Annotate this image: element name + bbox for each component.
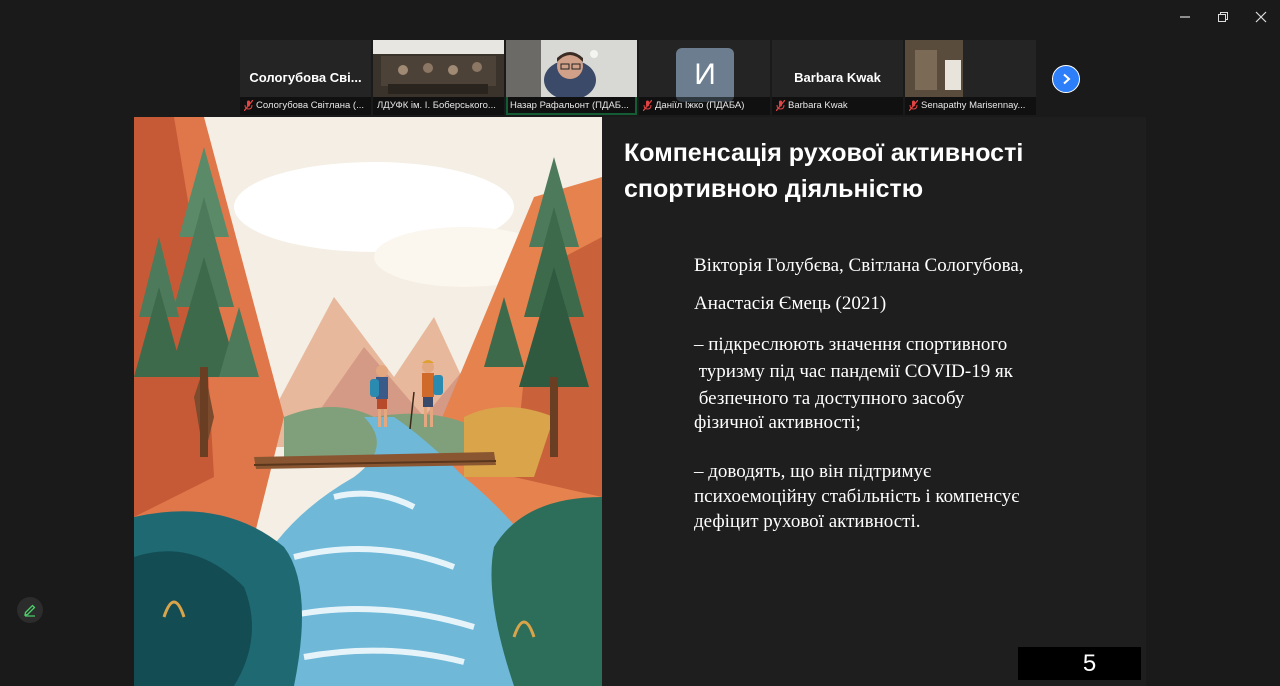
- participant-label: Senapathy Marisennay...: [905, 97, 1036, 115]
- close-icon: [1255, 11, 1267, 23]
- slide-line: безпечного та доступного засобу: [694, 388, 965, 409]
- participant-name: Сологубова Світлана (...: [256, 100, 365, 111]
- slide-page-number: 5: [1018, 647, 1141, 680]
- next-participants-button[interactable]: [1052, 65, 1080, 93]
- participant-tile-active[interactable]: Назар Рафальонт (ПДАБ...: [506, 40, 637, 115]
- participant-tile[interactable]: И Даніїл Іжко (ПДАБА): [639, 40, 770, 115]
- slide-line: туризму під час пандемії COVID-19 як: [694, 361, 1013, 382]
- restore-button[interactable]: [1204, 0, 1242, 34]
- participant-video: [905, 40, 1036, 97]
- participant-label: Barbara Kwak: [772, 97, 903, 115]
- participant-tile[interactable]: ЛДУФК ім. І. Боберського...: [373, 40, 504, 115]
- restore-icon: [1218, 12, 1228, 22]
- hikers-illustration: [134, 117, 602, 686]
- participant-video: [506, 40, 637, 97]
- pencil-icon: [24, 604, 36, 617]
- slide-line: – доводять, що він підтримує: [694, 461, 932, 482]
- participant-tile[interactable]: Senapathy Marisennay...: [905, 40, 1036, 115]
- avatar: И: [676, 48, 734, 102]
- chevron-right-icon: [1063, 73, 1071, 85]
- minimize-icon: [1180, 16, 1190, 18]
- participant-tile[interactable]: Barbara Kwak Barbara Kwak: [772, 40, 903, 115]
- participant-name: Barbara Kwak: [788, 100, 848, 111]
- close-button[interactable]: [1242, 0, 1280, 34]
- participant-label: Сологубова Світлана (...: [240, 97, 371, 115]
- participant-display-name: Сологубова Сві...: [249, 70, 362, 85]
- slide-title-line-2: спортивною діяльністю: [624, 175, 924, 203]
- annotate-button[interactable]: [17, 597, 43, 623]
- participant-label: ЛДУФК ім. І. Боберського...: [373, 97, 504, 115]
- participant-name: ЛДУФК ім. І. Боберського...: [377, 100, 496, 111]
- participant-name: Назар Рафальонт (ПДАБ...: [510, 100, 629, 111]
- window-controls: [1166, 0, 1280, 34]
- mic-muted-icon: [776, 99, 785, 111]
- mic-muted-icon: [909, 99, 918, 111]
- slide-line: – підкреслюють значення спортивного: [694, 334, 1008, 355]
- slide-line: дефіцит рухової активності.: [694, 511, 921, 532]
- participant-label: Даніїл Іжко (ПДАБА): [639, 97, 770, 115]
- slide-title: Компенсація рухової активності спортивно…: [624, 135, 1124, 207]
- mic-muted-icon: [244, 99, 253, 111]
- participant-strip: Сологубова Сві... Сологубова Світлана (.…: [240, 40, 1040, 115]
- participant-display-name: Barbara Kwak: [794, 70, 881, 85]
- minimize-button[interactable]: [1166, 0, 1204, 34]
- slide-line: Вікторія Голубєва, Світлана Сологубова,: [694, 255, 1024, 276]
- participant-label: Назар Рафальонт (ПДАБ...: [506, 97, 637, 115]
- mic-muted-icon: [643, 99, 652, 111]
- participant-tile[interactable]: Сологубова Сві... Сологубова Світлана (.…: [240, 40, 371, 115]
- slide-title-line-1: Компенсація рухової активності: [624, 139, 1024, 167]
- participant-video: [373, 40, 504, 97]
- participant-name: Даніїл Іжко (ПДАБА): [655, 100, 745, 111]
- slide-body: Вікторія Голубєва, Світлана Сологубова, …: [694, 255, 1134, 534]
- slide-line: психоемоційну стабільність і компенсує: [694, 486, 1020, 507]
- participant-name: Senapathy Marisennay...: [921, 100, 1026, 111]
- shared-slide: Компенсація рухової активності спортивно…: [134, 117, 1146, 686]
- slide-line: Анастасія Ємець (2021): [694, 293, 887, 314]
- slide-line: фізичної активності;: [694, 412, 861, 433]
